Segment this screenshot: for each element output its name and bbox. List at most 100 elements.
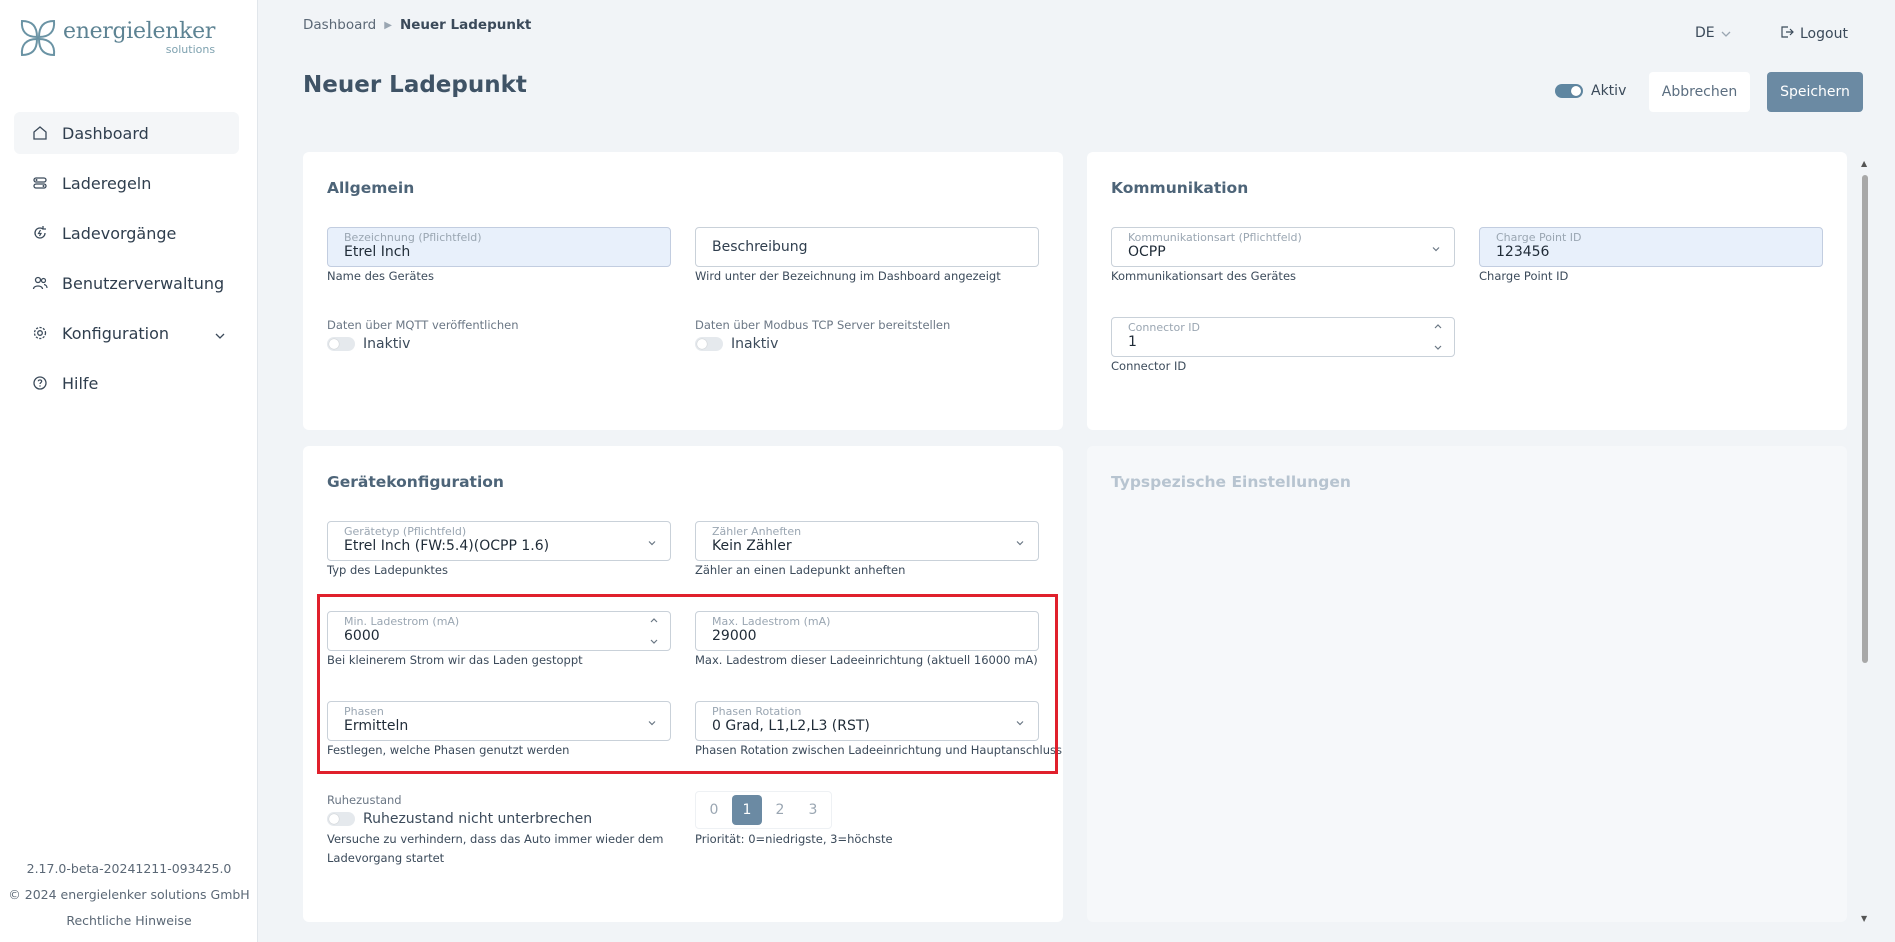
nav-item-ladevorgaenge[interactable]: Ladevorgänge (14, 212, 239, 254)
nav-label: Ladevorgänge (62, 223, 177, 243)
legal-link[interactable]: Rechtliche Hinweise (0, 908, 258, 934)
active-toggle[interactable]: Aktiv (1555, 83, 1626, 99)
nav-label: Benutzerverwaltung (62, 273, 225, 293)
chevron-down-icon (1014, 534, 1026, 546)
chevron-down-icon (1721, 25, 1731, 41)
switch-state: Inaktiv (363, 336, 411, 352)
sidebar-footer: 2.17.0-beta-20241211-093425.0 © 2024 ene… (0, 856, 258, 934)
field-placeholder: Beschreibung (712, 239, 808, 255)
scroll-down-icon[interactable]: ▼ (1861, 914, 1867, 923)
breadcrumb: Dashboard ▶ Neuer Ladepunkt (303, 17, 531, 33)
scrollbar-thumb[interactable] (1862, 175, 1868, 663)
nav-label: Hilfe (62, 373, 99, 393)
card-kommunikation: Kommunikation Kommunikationsart (Pflicht… (1087, 152, 1847, 430)
brand-logo[interactable]: energielenker solutions (18, 18, 215, 58)
breadcrumb-separator-icon: ▶ (384, 19, 392, 31)
page-title: Neuer Ladepunkt (303, 72, 527, 98)
priority-hint: Priorität: 0=niedrigste, 3=höchste (695, 832, 893, 846)
charge-point-id-hint: Charge Point ID (1479, 269, 1569, 283)
nav-item-konfiguration[interactable]: Konfiguration (14, 312, 239, 354)
zaehler-select[interactable]: Zähler Anheften Kein Zähler (695, 521, 1039, 561)
number-stepper[interactable] (1432, 322, 1444, 352)
card-title: Allgemein (327, 179, 415, 197)
help-icon (30, 373, 50, 393)
field-value: 1 (1128, 334, 1137, 350)
field-label: Zähler Anheften (712, 525, 802, 538)
beschreibung-field[interactable]: Beschreibung (695, 227, 1039, 267)
bezeichnung-hint: Name des Gerätes (327, 269, 434, 283)
toggle-switch[interactable] (1555, 84, 1583, 98)
nav-item-laderegeln[interactable]: Laderegeln (14, 162, 239, 204)
toggle-switch[interactable] (695, 337, 723, 351)
nav-item-dashboard[interactable]: Dashboard (14, 112, 239, 154)
field-label: Kommunikationsart (Pflichtfeld) (1128, 231, 1302, 244)
zaehler-hint: Zähler an einen Ladepunkt anheften (695, 563, 906, 577)
language-value: DE (1695, 25, 1715, 41)
breadcrumb-root[interactable]: Dashboard (303, 17, 376, 33)
card-allgemein: Allgemein Bezeichnung (Pflichtfeld) Etre… (303, 152, 1063, 430)
modbus-switch[interactable]: Inaktiv (695, 336, 778, 352)
field-value: 123456 (1496, 244, 1550, 260)
nav-item-benutzerverwaltung[interactable]: Benutzerverwaltung (14, 262, 239, 304)
kommunikationsart-hint: Kommunikationsart des Gerätes (1111, 269, 1297, 283)
chevron-up-icon (1434, 324, 1442, 329)
scrollbar[interactable]: ▲ ▼ (1859, 157, 1871, 925)
connector-id-field[interactable]: Connector ID 1 (1111, 317, 1455, 357)
priority-option-selected[interactable]: 1 (732, 795, 762, 825)
toggle-switch[interactable] (327, 812, 355, 826)
home-icon (30, 123, 50, 143)
rules-icon (30, 173, 50, 193)
charging-cycle-icon (30, 223, 50, 243)
field-value: Kein Zähler (712, 538, 792, 554)
nav-item-hilfe[interactable]: Hilfe (14, 362, 239, 404)
breadcrumb-current: Neuer Ladepunkt (399, 17, 532, 33)
logout-label: Logout (1800, 26, 1848, 42)
highlight-box (317, 594, 1058, 774)
field-value: Etrel Inch (344, 244, 411, 260)
geraetetyp-hint: Typ des Ladepunktes (327, 563, 448, 577)
field-label: Connector ID (1128, 321, 1200, 334)
modbus-label: Daten über Modbus TCP Server bereitstell… (695, 318, 951, 332)
gear-icon (30, 323, 50, 343)
cancel-button[interactable]: Abbrechen (1649, 72, 1750, 112)
mqtt-switch[interactable]: Inaktiv (327, 336, 410, 352)
brand-sub: solutions (165, 43, 216, 56)
version-text: 2.17.0-beta-20241211-093425.0 (26, 861, 232, 876)
field-value: Etrel Inch (FW:5.4)(OCPP 1.6) (344, 538, 550, 554)
users-icon (30, 273, 50, 293)
priority-option[interactable]: 3 (798, 795, 828, 825)
nav-label: Konfiguration (62, 323, 170, 343)
nav-label: Dashboard (62, 123, 149, 143)
priority-option[interactable]: 0 (699, 795, 729, 825)
charge-point-id-field[interactable]: Charge Point ID 123456 (1479, 227, 1823, 267)
field-label: Bezeichnung (Pflichtfeld) (344, 231, 482, 244)
field-value: OCPP (1128, 244, 1166, 260)
priority-option[interactable]: 2 (765, 795, 795, 825)
logout-button[interactable]: Logout (1780, 25, 1848, 43)
active-label: Aktiv (1591, 83, 1627, 99)
scroll-up-icon[interactable]: ▲ (1861, 159, 1867, 168)
card-title: Kommunikation (1111, 179, 1249, 197)
geraetetyp-select[interactable]: Gerätetyp (Pflichtfeld) Etrel Inch (FW:5… (327, 521, 671, 561)
kommunikationsart-select[interactable]: Kommunikationsart (Pflichtfeld) OCPP (1111, 227, 1455, 267)
beschreibung-hint: Wird unter der Bezeichnung im Dashboard … (695, 269, 1001, 283)
main-nav: Dashboard Laderegeln Ladevorgänge Benutz… (14, 112, 239, 412)
chevron-down-icon (646, 534, 658, 546)
priority-selector: 0 1 2 3 (695, 791, 832, 829)
chevron-down-icon[interactable] (215, 324, 225, 343)
ruhezustand-label: Ruhezustand (327, 793, 402, 807)
language-select[interactable]: DE (1695, 25, 1731, 41)
logo-icon (20, 19, 56, 57)
bezeichnung-field[interactable]: Bezeichnung (Pflichtfeld) Etrel Inch (327, 227, 671, 267)
chevron-down-icon (1430, 240, 1442, 252)
sidebar: energielenker solutions Dashboard Ladere… (0, 0, 258, 942)
switch-state: Inaktiv (731, 336, 779, 352)
ruhezustand-switch[interactable]: Ruhezustand nicht unterbrechen (327, 811, 592, 827)
connector-id-hint: Connector ID (1111, 359, 1187, 373)
logout-icon (1780, 25, 1794, 43)
card-typspezifisch: Typspezische Einstellungen (1087, 446, 1847, 922)
field-label: Gerätetyp (Pflichtfeld) (344, 525, 467, 538)
card-title: Gerätekonfiguration (327, 473, 504, 491)
save-button[interactable]: Speichern (1767, 72, 1863, 112)
toggle-switch[interactable] (327, 337, 355, 351)
